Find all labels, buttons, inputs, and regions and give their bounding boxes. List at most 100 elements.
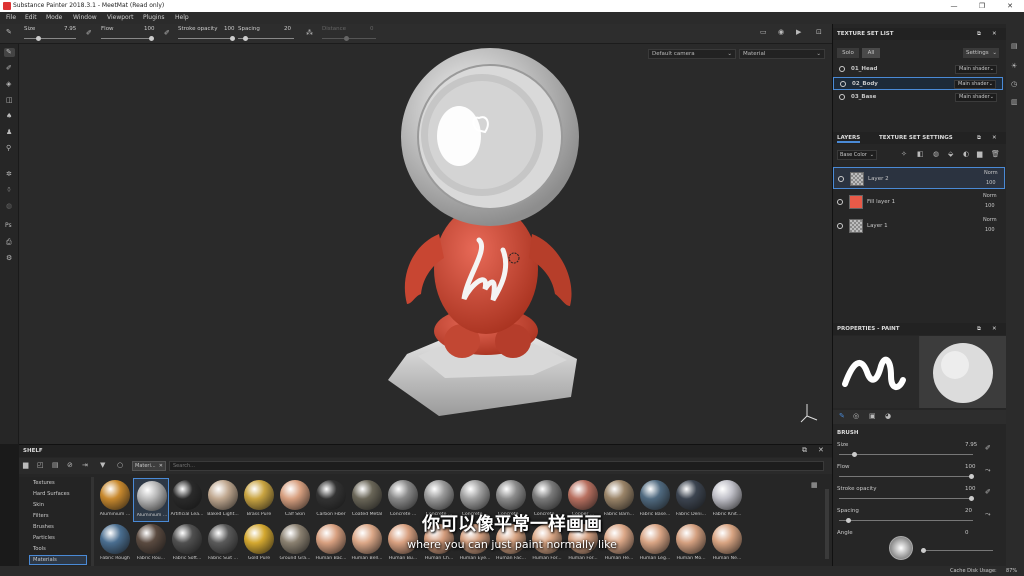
stroke-opacity-knob[interactable]	[230, 36, 235, 41]
param-value[interactable]: 100	[965, 464, 976, 470]
shader-select[interactable]: Main shader ⌄	[954, 80, 996, 89]
category-materials-selected[interactable]: Materials	[29, 555, 87, 565]
menu-plugins[interactable]: Plugins	[143, 12, 165, 24]
material-tab-icon[interactable]: ◕	[885, 412, 891, 420]
clone-tool-icon[interactable]: ♟	[4, 128, 15, 137]
flow-slider[interactable]	[101, 36, 154, 41]
sun-icon[interactable]: ☀	[1011, 62, 1017, 70]
remove-tag-icon[interactable]: ✕	[159, 462, 163, 470]
menu-edit[interactable]: Edit	[25, 12, 37, 24]
shader-select[interactable]: Main shader ⌄	[955, 93, 997, 102]
particles-icon[interactable]: ◍	[4, 202, 15, 211]
blend-mode-select[interactable]: Norm	[983, 193, 997, 199]
alpha-tab-icon[interactable]: ◎	[853, 412, 859, 420]
param-slider[interactable]	[839, 496, 974, 501]
flow-value[interactable]: 100	[144, 26, 155, 32]
panel-close-icon[interactable]: ✕	[992, 132, 997, 144]
screenshot-icon[interactable]: ⊡	[816, 28, 822, 36]
paint-brush-icon[interactable]: ✎	[6, 28, 12, 36]
circle-filter-icon[interactable]: ○	[117, 461, 123, 469]
spacing-slider-knob[interactable]	[243, 36, 248, 41]
video-icon[interactable]: ▶	[796, 28, 801, 36]
new-folder-icon[interactable]: ◰	[37, 461, 44, 469]
undock-icon[interactable]: ⧉	[977, 28, 981, 40]
shelf-search-input[interactable]	[169, 461, 824, 471]
undock-icon[interactable]: ⧉	[977, 323, 981, 335]
shelf-close-icon[interactable]: ✕	[818, 446, 824, 454]
stroke-opacity-value[interactable]: 100	[224, 26, 235, 32]
close-window-button[interactable]: ✕	[996, 0, 1024, 12]
tab-texture-set-settings[interactable]: TEXTURE SET SETTINGS	[879, 132, 953, 144]
tab-layers[interactable]: LAYERS	[837, 132, 861, 143]
layers-panel-icon[interactable]: ▤	[1011, 42, 1018, 50]
add-mask-icon[interactable]: ◧	[917, 150, 924, 158]
camera-settings-icon[interactable]: ◉	[778, 28, 784, 36]
minimize-button[interactable]: —	[940, 0, 968, 12]
solo-button[interactable]: Solo	[837, 48, 859, 58]
shader-select[interactable]: Main shader ⌄	[955, 65, 997, 74]
menu-window[interactable]: Window	[73, 12, 97, 24]
param-slider[interactable]	[839, 474, 974, 479]
filter-tag[interactable]: Materi... ✕	[132, 461, 166, 471]
visibility-eye-icon[interactable]	[839, 66, 845, 72]
color-picker-icon[interactable]: ⚲	[4, 144, 15, 153]
menu-mode[interactable]: Mode	[46, 12, 62, 24]
param-value[interactable]: 100	[965, 486, 976, 492]
filter-icon[interactable]: ▼	[100, 461, 105, 469]
projection-tool-icon[interactable]: ◈	[4, 80, 15, 89]
spacing-value[interactable]: 20	[284, 26, 291, 32]
polygon-fill-icon[interactable]: ◫	[4, 96, 15, 105]
photoshop-icon[interactable]: Ps	[4, 222, 15, 231]
import-icon[interactable]: ⇥	[82, 461, 88, 469]
size-slider-knob[interactable]	[36, 36, 41, 41]
all-button[interactable]: All	[862, 48, 880, 58]
shelf-undock-icon[interactable]: ⧉	[802, 446, 807, 455]
visibility-eye-icon[interactable]	[837, 199, 843, 205]
material-picker-icon[interactable]: ✲	[4, 170, 15, 179]
param-slider-knob[interactable]	[969, 474, 974, 479]
visibility-eye-icon[interactable]	[839, 94, 845, 100]
3d-viewport[interactable]: Default camera ⌄ Material ⌄	[19, 44, 832, 444]
texture-set-row[interactable]: 01_Head Main shader ⌄	[833, 63, 1003, 76]
layer-opacity-value[interactable]: 100	[985, 227, 995, 233]
symmetry-icon[interactable]: ⚱	[4, 186, 15, 195]
menu-file[interactable]: File	[6, 12, 16, 24]
grid-view-icon[interactable]: ▦	[811, 481, 818, 489]
history-icon[interactable]: ◷	[1011, 80, 1017, 88]
param-slider-knob[interactable]	[969, 496, 974, 501]
maximize-button[interactable]: ❐	[968, 0, 996, 12]
delete-layer-icon[interactable]: 🗑	[991, 150, 1000, 158]
layer-opacity-value[interactable]: 100	[985, 203, 995, 209]
texture-set-row[interactable]: 02_Body Main shader ⌄	[833, 77, 1003, 90]
blend-mode-select[interactable]: Norm	[983, 217, 997, 223]
param-slider-knob[interactable]	[852, 452, 857, 457]
visibility-eye-icon[interactable]	[838, 176, 844, 182]
size-value[interactable]: 7.95	[64, 26, 76, 32]
stroke-pen-icon[interactable]: ✐	[164, 29, 170, 37]
panel-close-icon[interactable]: ✕	[992, 323, 997, 335]
blend-mode-select[interactable]: Norm	[984, 170, 998, 176]
add-smart-material-icon[interactable]: ◐	[963, 150, 969, 158]
layer-row[interactable]: Layer 1 Norm 100	[833, 215, 1005, 237]
layer-row[interactable]: Fill layer 1 Norm 100	[833, 191, 1005, 213]
add-fill-layer-icon[interactable]: ◍	[933, 150, 939, 158]
visibility-eye-icon[interactable]	[840, 81, 846, 87]
pressure-icon[interactable]: ✐	[86, 29, 92, 37]
param-value[interactable]: 7.95	[965, 442, 977, 448]
brush-tab-icon[interactable]: ✎	[839, 412, 845, 420]
pressure-icon[interactable]: ⤳	[985, 466, 991, 475]
category-textures[interactable]: Textures	[33, 480, 55, 486]
stencil-tab-icon[interactable]: ▣	[869, 412, 876, 420]
brush-preview[interactable]	[833, 336, 1007, 408]
paint-tool-icon[interactable]: ✎	[4, 48, 15, 57]
add-folder-icon[interactable]: ▆	[977, 150, 982, 158]
display-mode-icon[interactable]: ▭	[760, 28, 767, 36]
layer-row[interactable]: Layer 2 Norm 100	[833, 167, 1005, 189]
visibility-eye-icon[interactable]	[837, 223, 843, 229]
eraser-tool-icon[interactable]: ✐	[4, 64, 15, 73]
flow-slider-knob[interactable]	[149, 36, 154, 41]
distance-slider[interactable]	[322, 36, 376, 41]
stroke-opacity-slider[interactable]	[178, 36, 235, 41]
pen-pressure-icon[interactable]: ✐	[985, 444, 991, 452]
pen-pressure-icon[interactable]: ✐	[985, 488, 991, 496]
